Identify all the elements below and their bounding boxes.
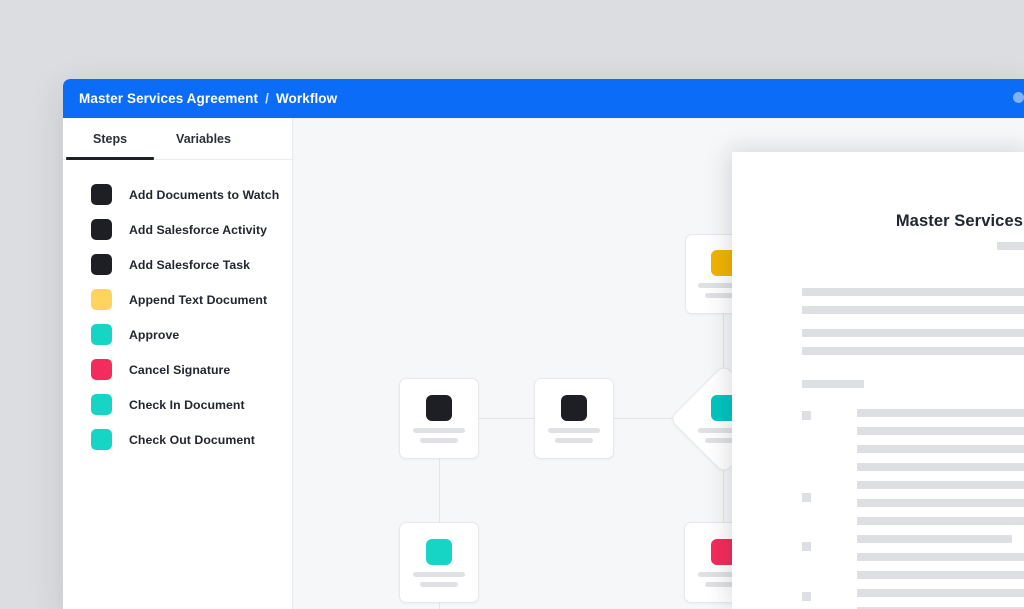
breadcrumb: Master Services Agreement / Workflow	[79, 91, 337, 106]
document-text-placeholder-bar	[857, 499, 1024, 507]
step-list-item-label: Add Documents to Watch	[129, 188, 279, 202]
workflow-node-content	[400, 523, 478, 602]
document-bullet-marker	[802, 411, 811, 420]
document-preview-panel[interactable]: Master Services	[732, 152, 1024, 609]
step-list-item[interactable]: Append Text Document	[63, 282, 292, 317]
step-color-swatch-icon	[91, 324, 112, 345]
workflow-edge-left1-to-left2	[479, 418, 534, 419]
workflow-node[interactable]	[534, 378, 614, 459]
document-text-placeholder-bar	[857, 409, 1024, 417]
workflow-node[interactable]	[399, 378, 479, 459]
workflow-node-type-icon	[426, 395, 452, 421]
document-text-placeholder-bar	[857, 517, 1024, 525]
step-list-item-label: Cancel Signature	[129, 363, 230, 377]
workflow-node-placeholder-line	[548, 428, 600, 433]
step-list-item[interactable]: Approve	[63, 317, 292, 352]
workflow-node-placeholder-line	[420, 438, 458, 443]
breadcrumb-section[interactable]: Workflow	[276, 91, 337, 106]
status-dot-icon[interactable]	[1013, 92, 1024, 103]
document-heading-placeholder-bar	[802, 380, 864, 388]
step-list-item-label: Add Salesforce Task	[129, 258, 250, 272]
document-text-placeholder-bar	[857, 571, 1024, 579]
document-text-placeholder-bar	[857, 445, 1024, 453]
document-text-placeholder-bar	[802, 347, 1024, 355]
tab-bar: Steps Variables	[63, 118, 292, 160]
workflow-edge-left1-to-bottomleft	[439, 459, 440, 522]
step-list-item[interactable]: Add Salesforce Activity	[63, 212, 292, 247]
document-bullet-marker	[802, 493, 811, 502]
document-bullet-marker	[802, 592, 811, 601]
document-text-placeholder-bar	[857, 427, 1024, 435]
workflow-node-placeholder-line	[555, 438, 593, 443]
document-text-placeholder-bar	[802, 306, 1024, 314]
step-color-swatch-icon	[91, 359, 112, 380]
document-text-placeholder-bar	[857, 463, 1024, 471]
tab-variables-label: Variables	[176, 132, 231, 146]
document-text-placeholder-bar	[857, 553, 1024, 561]
tab-steps-label: Steps	[93, 132, 127, 146]
sidebar: Steps Variables Add Documents to WatchAd…	[63, 118, 293, 609]
title-bar: Master Services Agreement / Workflow	[63, 79, 1024, 118]
document-text-placeholder-bar	[802, 329, 1024, 337]
step-list-item[interactable]: Add Documents to Watch	[63, 177, 292, 212]
step-list-item[interactable]: Check Out Document	[63, 422, 292, 457]
workflow-node-content	[535, 379, 613, 458]
step-list-item-label: Approve	[129, 328, 179, 342]
step-list-item[interactable]: Cancel Signature	[63, 352, 292, 387]
document-text-placeholder-bar	[802, 288, 1024, 296]
document-text-placeholder-bar	[857, 589, 1024, 597]
document-bullet-marker	[802, 542, 811, 551]
step-list-item-label: Add Salesforce Activity	[129, 223, 267, 237]
step-list-item-label: Check Out Document	[129, 433, 255, 447]
workflow-node-type-icon	[426, 539, 452, 565]
workflow-edge-bottomleft-to-partial	[439, 603, 440, 609]
workflow-node-type-icon	[561, 395, 587, 421]
step-list-item-label: Check In Document	[129, 398, 245, 412]
workflow-node-placeholder-line	[413, 428, 465, 433]
tab-variables[interactable]: Variables	[154, 118, 253, 159]
step-color-swatch-icon	[91, 429, 112, 450]
step-list-item[interactable]: Check In Document	[63, 387, 292, 422]
workflow-node-placeholder-line	[420, 582, 458, 587]
step-list-item-label: Append Text Document	[129, 293, 267, 307]
document-text-placeholder-bar	[857, 481, 1024, 489]
tab-steps[interactable]: Steps	[66, 118, 154, 159]
step-color-swatch-icon	[91, 254, 112, 275]
step-list-item[interactable]: Add Salesforce Task	[63, 247, 292, 282]
workflow-node[interactable]	[399, 522, 479, 603]
document-subtitle-placeholder-bar	[997, 242, 1024, 250]
document-title: Master Services	[896, 212, 1023, 231]
step-color-swatch-icon	[91, 394, 112, 415]
breadcrumb-document-name[interactable]: Master Services Agreement	[79, 91, 258, 106]
step-color-swatch-icon	[91, 219, 112, 240]
step-list: Add Documents to Watch Add Salesforce Act…	[63, 160, 292, 457]
workflow-node-content	[400, 379, 478, 458]
breadcrumb-separator: /	[265, 91, 269, 106]
document-text-placeholder-bar	[857, 535, 1012, 543]
step-color-swatch-icon	[91, 289, 112, 310]
step-color-swatch-icon	[91, 184, 112, 205]
workflow-node-placeholder-line	[413, 572, 465, 577]
